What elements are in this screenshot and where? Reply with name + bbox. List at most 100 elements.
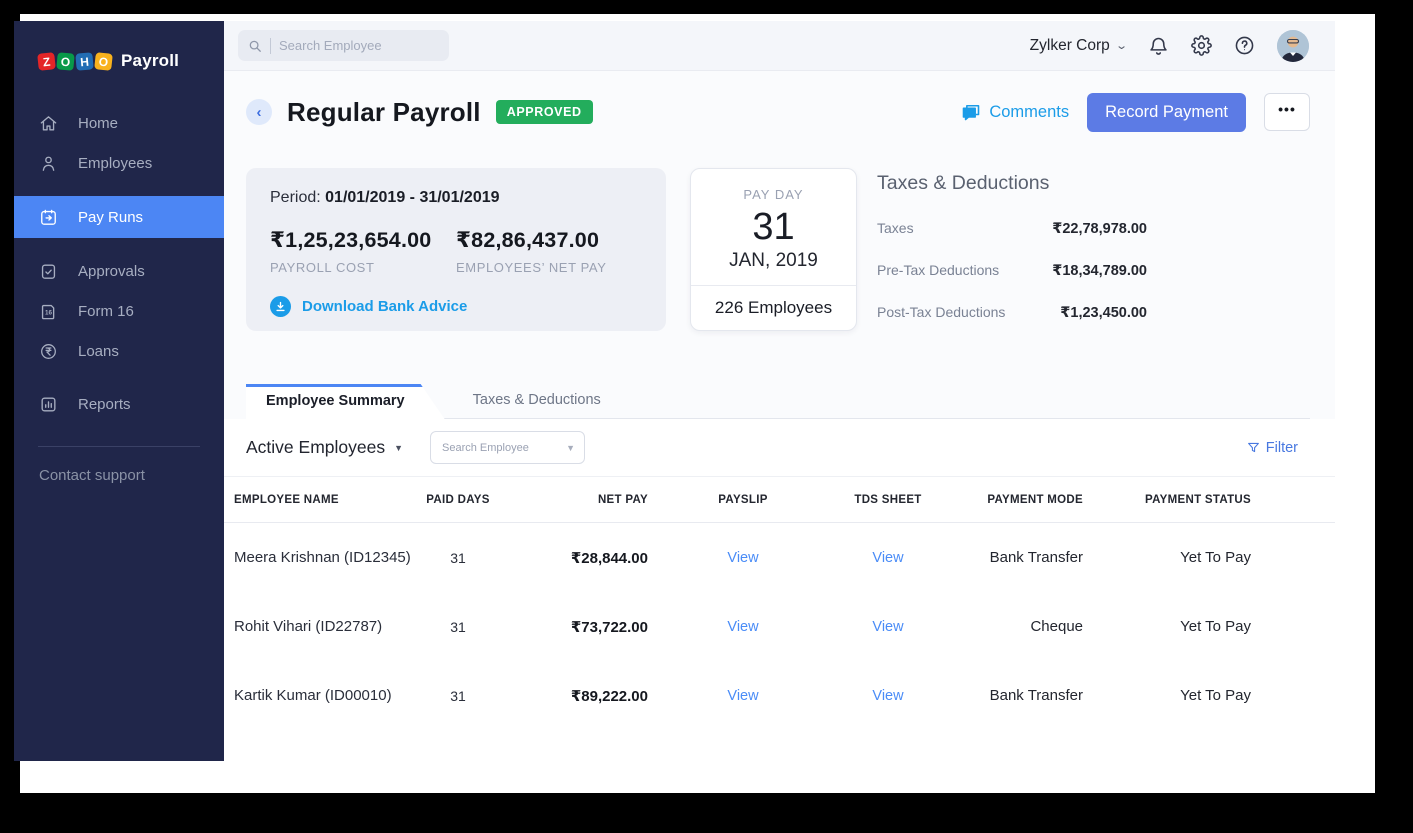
download-icon [270,296,291,317]
payslip-view-link[interactable]: View [727,619,758,635]
more-options-button[interactable]: ••• [1264,93,1310,131]
search-cursor-divider [270,38,271,54]
caret-down-icon: ▼ [394,443,403,453]
paid-days: 31 [414,688,502,704]
contact-support-link[interactable]: Contact support [14,447,224,484]
logo-tile-o2: O [94,52,113,71]
tds-view-link[interactable]: View [872,688,903,704]
tax-label: Pre-Tax Deductions [877,262,999,278]
employee-search-input[interactable] [442,442,566,454]
table-row[interactable]: Rohit Vihari (ID22787) 31 ₹73,722.00 Vie… [224,592,1335,661]
paid-days: 31 [414,619,502,635]
payroll-cost-value: ₹1,25,23,654.00 [270,228,456,253]
record-payment-button[interactable]: Record Payment [1087,93,1246,132]
tab-employee-summary[interactable]: Employee Summary [246,384,445,419]
sidebar-item-loans[interactable]: Loans [14,331,224,371]
employee-search-select[interactable]: ▼ [430,431,585,464]
screenshot-frame: Z O H O Payroll Home Employees Pay R [0,0,1413,833]
employee-scope-dropdown[interactable]: Active Employees ▼ [246,437,403,458]
net-pay: ₹89,222.00 [502,687,658,705]
employee-table: EMPLOYEE NAME PAID DAYS NET PAY PAYSLIP … [224,477,1335,730]
col-payslip: PAYSLIP [658,494,828,506]
sidebar-item-label: Home [78,115,118,132]
nav-gap [14,183,224,196]
sidebar-item-label: Form 16 [78,303,134,320]
sidebar-item-label: Approvals [78,263,145,280]
header-actions: Comments Record Payment ••• [961,93,1310,132]
org-switcher[interactable]: Zylker Corp ⌄ [1030,37,1126,55]
paid-days: 31 [414,550,502,566]
sidebar-item-approvals[interactable]: Approvals [14,251,224,291]
payment-mode: Bank Transfer [948,549,1083,566]
caret-down-icon: ▼ [566,443,575,453]
table-row[interactable]: Kartik Kumar (ID00010) 31 ₹89,222.00 Vie… [224,661,1335,730]
chevron-down-icon: ⌄ [1115,39,1128,52]
sidebar-nav: Home Employees Pay Runs Approvals 16 [14,103,224,424]
table-header-row: EMPLOYEE NAME PAID DAYS NET PAY PAYSLIP … [224,477,1335,523]
tax-label: Post-Tax Deductions [877,304,1005,320]
payment-status: Yet To Pay [1083,549,1308,566]
comments-button[interactable]: Comments [961,102,1069,122]
pay-runs-icon [39,208,58,227]
amounts-row: ₹1,25,23,654.00 PAYROLL COST ₹82,86,437.… [270,228,642,275]
home-icon [39,114,58,133]
comments-icon [961,102,981,122]
employees-icon [39,154,58,173]
period-value: 01/01/2019 - 31/01/2019 [325,189,499,206]
svg-text:16: 16 [45,309,53,316]
payment-status: Yet To Pay [1083,618,1308,635]
sidebar-item-form-16[interactable]: 16 Form 16 [14,291,224,331]
filter-button[interactable]: Filter [1247,440,1298,456]
search-icon [248,39,262,53]
employee-name: Rohit Vihari (ID22787) [234,618,414,635]
employee-name: Meera Krishnan (ID12345) [234,549,414,566]
col-payment-mode: PAYMENT MODE [948,494,1083,506]
main-area: Search Employee Zylker Corp ⌄ [224,21,1335,761]
tab-taxes-deductions[interactable]: Taxes & Deductions [445,383,621,418]
loans-icon [39,342,58,361]
period-line: Period: 01/01/2019 - 31/01/2019 [270,189,642,207]
back-button[interactable]: ‹ [246,99,272,125]
logo-tile-o1: O [56,52,74,70]
nav-gap [14,371,224,384]
pay-day-label: PAY DAY [691,187,856,202]
payslip-view-link[interactable]: View [727,688,758,704]
col-tds-sheet: TDS SHEET [828,494,948,506]
payroll-cost-block: ₹1,25,23,654.00 PAYROLL COST [270,228,456,275]
net-pay: ₹28,844.00 [502,549,658,567]
download-bank-advice-link[interactable]: Download Bank Advice [270,296,642,317]
product-name: Payroll [121,51,179,71]
employee-scope-label: Active Employees [246,437,385,458]
tds-view-link[interactable]: View [872,619,903,635]
page-title: Regular Payroll [287,97,481,128]
pay-day-month: JAN, 2019 [691,250,856,272]
sidebar-item-employees[interactable]: Employees [14,143,224,183]
global-search-input[interactable]: Search Employee [238,30,449,61]
tax-value: ₹1,23,450.00 [1060,305,1147,321]
tax-row-post-tax: Post-Tax Deductions ₹1,23,450.00 [877,304,1147,321]
payment-status: Yet To Pay [1083,687,1308,704]
reports-icon [39,395,58,414]
period-label: Period: [270,189,325,206]
logo-tile-h: H [75,52,93,70]
search-placeholder: Search Employee [279,38,382,53]
payslip-view-link[interactable]: View [727,550,758,566]
sidebar-item-home[interactable]: Home [14,103,224,143]
logo-tile-z: Z [37,52,56,71]
org-name: Zylker Corp [1030,37,1110,55]
pay-day-number: 31 [691,206,856,250]
col-payment-status: PAYMENT STATUS [1083,494,1308,506]
help-icon[interactable] [1234,35,1255,56]
tds-view-link[interactable]: View [872,550,903,566]
sidebar-item-reports[interactable]: Reports [14,384,224,424]
payment-mode: Bank Transfer [948,687,1083,704]
page-top-section: ‹ Regular Payroll APPROVED Comments Reco… [224,71,1335,419]
table-row[interactable]: Meera Krishnan (ID12345) 31 ₹28,844.00 V… [224,523,1335,592]
notifications-bell-icon[interactable] [1148,35,1169,56]
tax-value: ₹22,78,978.00 [1052,221,1147,237]
sidebar-item-pay-runs[interactable]: Pay Runs [14,196,224,238]
settings-gear-icon[interactable] [1191,35,1212,56]
user-avatar[interactable] [1277,30,1309,62]
tax-value: ₹18,34,789.00 [1052,263,1147,279]
summary-cards: Period: 01/01/2019 - 31/01/2019 ₹1,25,23… [246,168,1310,331]
